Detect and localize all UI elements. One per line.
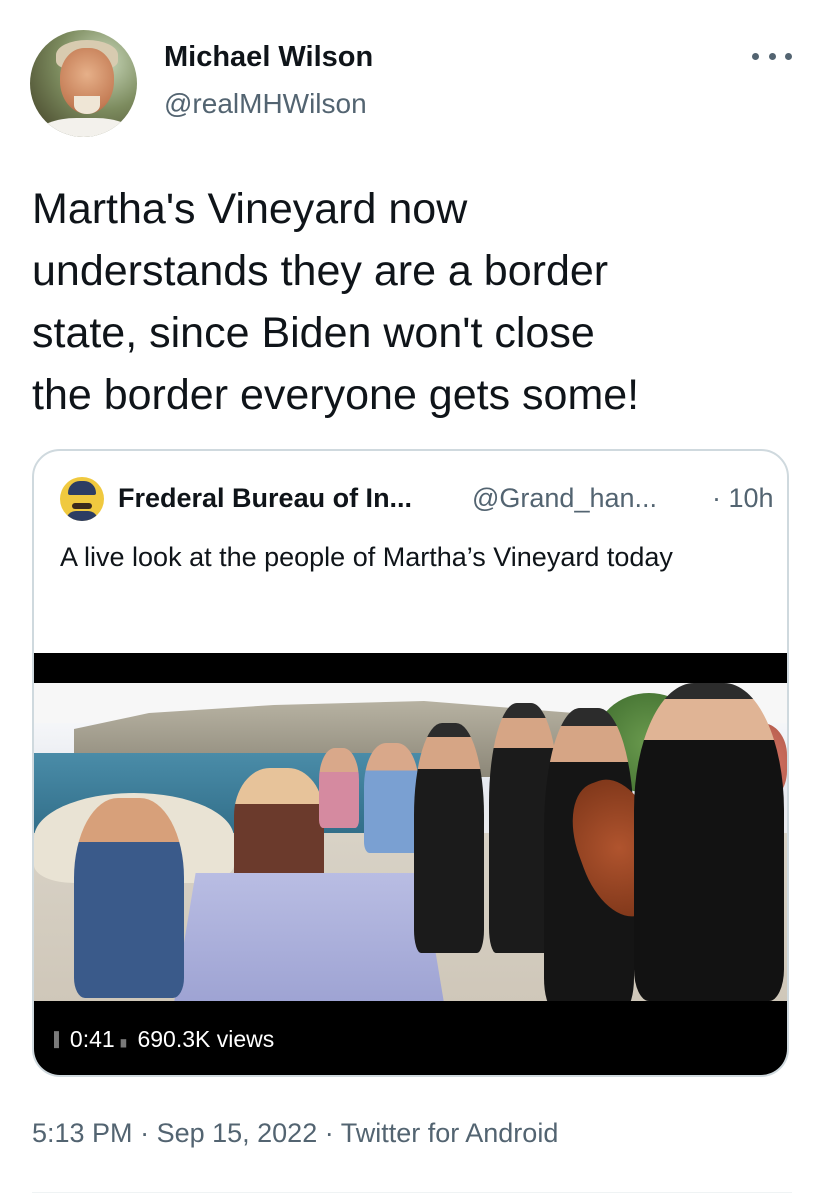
avatar-shirt xyxy=(38,118,134,137)
author-handle[interactable]: @realMHWilson xyxy=(164,88,367,120)
video-duration: 0:41 xyxy=(69,1025,115,1052)
tweet-source[interactable]: Twitter for Android xyxy=(341,1118,559,1148)
more-dot xyxy=(768,52,776,60)
more-icon[interactable] xyxy=(752,44,792,68)
video-player[interactable]: ▌ 0:41 ▖ 690.3K views xyxy=(34,653,787,1075)
scene-table xyxy=(174,873,444,1001)
quoted-tweet[interactable]: Frederal Bureau of In... @Grand_han... ·… xyxy=(32,449,789,1077)
author-name[interactable]: Michael Wilson xyxy=(164,41,373,74)
more-dot xyxy=(785,52,792,60)
avatar-body xyxy=(66,511,98,521)
scene-diner xyxy=(319,748,359,828)
video-thumbnail[interactable] xyxy=(34,683,787,1001)
video-views: 690.3K views xyxy=(137,1025,275,1052)
scene-mariachi xyxy=(634,683,784,1001)
more-dot xyxy=(752,52,759,60)
scene-diner xyxy=(74,798,184,998)
quoted-avatar[interactable] xyxy=(60,477,104,521)
scene-mariachi xyxy=(414,723,484,953)
scene-diner xyxy=(234,768,324,888)
quoted-author-name[interactable]: Frederal Bureau of In... xyxy=(118,483,412,514)
tweet-time[interactable]: 5:13 PM xyxy=(32,1118,133,1148)
avatar-mustache xyxy=(72,503,92,509)
avatar-cap xyxy=(68,481,96,495)
quoted-timestamp[interactable]: · 10h xyxy=(712,483,774,514)
quoted-author-handle[interactable]: @Grand_han... xyxy=(472,483,657,514)
separator-icon: ▖ xyxy=(120,1030,132,1047)
separator: · xyxy=(132,1118,157,1148)
tweet-metadata: 5:13 PM · Sep 15, 2022 · Twitter for And… xyxy=(32,1118,558,1149)
scene-diner xyxy=(364,743,419,853)
video-stats: ▌ 0:41 ▖ 690.3K views xyxy=(44,1021,284,1057)
divider xyxy=(32,1192,792,1193)
profile-avatar[interactable] xyxy=(30,30,137,137)
tweet-date[interactable]: Sep 15, 2022 xyxy=(157,1118,318,1148)
separator: · xyxy=(317,1118,341,1148)
quoted-text: A live look at the people of Martha’s Vi… xyxy=(60,542,673,572)
badge-marker-icon: ▌ xyxy=(54,1031,64,1047)
tweet-text: Martha's Vineyard now understands they a… xyxy=(32,185,640,419)
avatar-beard xyxy=(74,96,100,114)
